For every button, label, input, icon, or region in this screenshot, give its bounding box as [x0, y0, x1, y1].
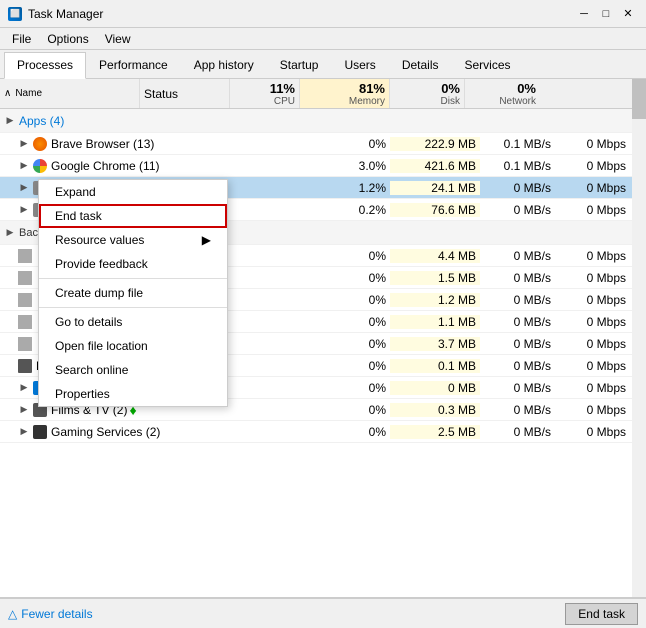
app-icon: ⬜ [8, 7, 22, 21]
cm-properties[interactable]: Properties [39, 382, 227, 406]
expand-feeds-icon[interactable]: ▶ [18, 382, 30, 394]
brave-label: Brave Browser (13) [51, 137, 154, 151]
tab-details[interactable]: Details [389, 52, 452, 78]
col-header-disk[interactable]: 0% Disk [390, 79, 465, 108]
cm-create-dump[interactable]: Create dump file [39, 281, 227, 305]
table-row[interactable]: ▶ Brave Browser (13) 0% 222.9 MB 0.1 MB/… [0, 133, 646, 155]
main-content: ∧ Name Status 11% CPU 81% Memory 0% Disk… [0, 79, 646, 597]
chrome-label: Google Chrome (11) [51, 159, 160, 173]
expand-bg-icon[interactable]: ▶ [4, 227, 16, 239]
bg-row2-icon [18, 271, 32, 285]
title-bar: ⬜ Task Manager ─ □ ✕ [0, 0, 646, 28]
gaming-icon [33, 425, 47, 439]
bg-row3-icon [18, 293, 32, 307]
tab-services[interactable]: Services [452, 52, 524, 78]
tab-app-history[interactable]: App history [181, 52, 267, 78]
col-header-cpu[interactable]: 11% CPU [230, 79, 300, 108]
table-row[interactable]: ▶ Google Chrome (11) 3.0% 421.6 MB 0.1 M… [0, 155, 646, 177]
gaming-label: Gaming Services (2) [51, 425, 160, 439]
fewer-details-button[interactable]: △ Fewer details [8, 607, 93, 621]
tabs-bar: Processes Performance App history Startu… [0, 50, 646, 79]
menu-bar: File Options View [0, 28, 646, 50]
expand-chrome-icon[interactable]: ▶ [18, 160, 30, 172]
cm-separator-1 [39, 278, 227, 279]
chrome-icon [33, 159, 47, 173]
col-name-label: Name [15, 88, 42, 99]
window-controls: ─ □ ✕ [574, 4, 638, 24]
cm-open-file-location[interactable]: Open file location [39, 334, 227, 358]
cm-separator-2 [39, 307, 227, 308]
col-header-status[interactable]: Status [140, 79, 230, 108]
expand-gaming-icon[interactable]: ▶ [18, 426, 30, 438]
cm-provide-feedback[interactable]: Provide feedback [39, 252, 227, 276]
expand-row4-icon[interactable]: ▶ [18, 204, 30, 216]
cm-resource-values[interactable]: Resource values ▶ [39, 228, 227, 252]
menu-file[interactable]: File [4, 30, 39, 47]
tab-performance[interactable]: Performance [86, 52, 181, 78]
menu-view[interactable]: View [97, 30, 139, 47]
expand-row3-icon[interactable]: ▶ [18, 182, 30, 194]
tab-processes[interactable]: Processes [4, 52, 86, 79]
cm-expand[interactable]: Expand [39, 180, 227, 204]
cm-go-to-details[interactable]: Go to details [39, 310, 227, 334]
features-icon [18, 359, 32, 373]
cm-end-task[interactable]: End task [39, 204, 227, 228]
close-button[interactable]: ✕ [618, 4, 638, 24]
expand-brave-icon[interactable]: ▶ [18, 138, 30, 150]
expand-apps-icon[interactable]: ▶ [4, 115, 16, 127]
table-row[interactable]: ▶ Gaming Services (2) 0% 2.5 MB 0 MB/s 0… [0, 421, 646, 443]
sort-icon: ∧ [4, 88, 11, 99]
menu-options[interactable]: Options [39, 30, 96, 47]
vertical-scrollbar[interactable] [632, 79, 646, 597]
expand-films-icon[interactable]: ▶ [18, 404, 30, 416]
group-header-apps[interactable]: ▶ Apps (4) [0, 109, 646, 133]
table-header: ∧ Name Status 11% CPU 81% Memory 0% Disk… [0, 79, 646, 109]
minimize-button[interactable]: ─ [574, 4, 594, 24]
fewer-details-label: Fewer details [21, 607, 92, 621]
group-apps-label: Apps (4) [19, 114, 64, 128]
col-header-network[interactable]: 0% Network [465, 79, 540, 108]
brave-icon [33, 137, 47, 151]
col-header-memory[interactable]: 81% Memory [300, 79, 390, 108]
window-title: Task Manager [28, 7, 103, 21]
tab-users[interactable]: Users [331, 52, 388, 78]
bg-row5-icon [18, 337, 32, 351]
scrollbar-thumb[interactable] [632, 79, 646, 119]
end-task-button[interactable]: End task [565, 603, 638, 625]
bg-row1-icon [18, 249, 32, 263]
maximize-button[interactable]: □ [596, 4, 616, 24]
tab-startup[interactable]: Startup [267, 52, 332, 78]
submenu-arrow-icon: ▶ [202, 233, 211, 247]
cm-search-online[interactable]: Search online [39, 358, 227, 382]
context-menu: Expand End task Resource values ▶ Provid… [38, 179, 228, 407]
col-header-name[interactable]: ∧ Name [0, 79, 140, 108]
fewer-details-icon: △ [8, 607, 17, 621]
bg-row4-icon [18, 315, 32, 329]
bottom-bar: △ Fewer details End task [0, 598, 646, 628]
